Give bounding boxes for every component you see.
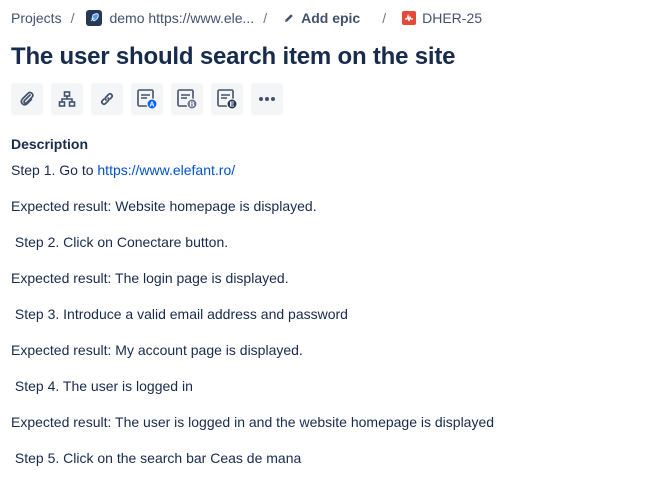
breadcrumb-issue-key[interactable]: DHER-25 bbox=[422, 10, 482, 26]
breadcrumb-project[interactable]: demo https://www.ele... bbox=[109, 10, 254, 26]
breadcrumb-projects[interactable]: Projects bbox=[11, 10, 62, 26]
description-heading: Description bbox=[11, 136, 89, 152]
breadcrumb-separator: / bbox=[70, 10, 75, 26]
description-line: Step 3. Introduce a valid email address … bbox=[11, 306, 348, 322]
app-b-icon: B bbox=[177, 89, 198, 110]
add-child-issue-button[interactable] bbox=[51, 83, 83, 115]
more-icon bbox=[259, 97, 275, 101]
more-actions-button[interactable] bbox=[251, 83, 283, 115]
bug-issue-icon bbox=[402, 11, 417, 25]
app-e-button[interactable]: E bbox=[211, 83, 243, 115]
add-epic-button[interactable]: Add epic bbox=[283, 10, 360, 26]
link-icon bbox=[100, 92, 114, 106]
issue-title[interactable]: The user should search item on the site bbox=[11, 43, 456, 71]
description-body[interactable]: Step 1. Go to https://www.elefant.ro/ Ex… bbox=[11, 160, 494, 484]
project-rocket-icon bbox=[86, 10, 103, 26]
app-a-button[interactable]: A bbox=[131, 83, 163, 115]
description-line: Step 4. The user is logged in bbox=[11, 378, 193, 394]
link-issue-button[interactable] bbox=[91, 83, 123, 115]
issue-toolbar: A B E bbox=[11, 83, 283, 115]
description-line: Expected result: Website homepage is dis… bbox=[11, 198, 317, 214]
description-line: Step 2. Click on Conectare button. bbox=[11, 234, 229, 250]
app-a-badge: A bbox=[149, 102, 154, 109]
step1-text: Step 1. Go to bbox=[11, 162, 98, 178]
add-epic-label: Add epic bbox=[301, 10, 361, 26]
app-a-icon: A bbox=[137, 89, 158, 110]
app-e-badge: E bbox=[230, 102, 235, 109]
description-line: Expected result: The user is logged in a… bbox=[11, 414, 495, 430]
breadcrumb-separator: / bbox=[382, 10, 387, 26]
app-b-button[interactable]: B bbox=[171, 83, 203, 115]
pencil-icon bbox=[285, 14, 293, 22]
app-b-badge: B bbox=[189, 102, 194, 109]
child-issue-icon bbox=[58, 91, 76, 107]
breadcrumb: Projects / demo https://www.ele... / Add… bbox=[11, 8, 482, 28]
description-line: Step 1. Go to https://www.elefant.ro/ bbox=[11, 160, 494, 196]
description-line: Expected result: My account page is disp… bbox=[11, 342, 303, 358]
breadcrumb-separator: / bbox=[263, 10, 268, 26]
app-e-icon: E bbox=[217, 89, 238, 110]
attachment-icon bbox=[20, 91, 34, 106]
step1-link[interactable]: https://www.elefant.ro/ bbox=[97, 162, 235, 178]
attach-button[interactable] bbox=[11, 83, 43, 115]
description-line: Expected result: The login page is displ… bbox=[11, 270, 289, 286]
